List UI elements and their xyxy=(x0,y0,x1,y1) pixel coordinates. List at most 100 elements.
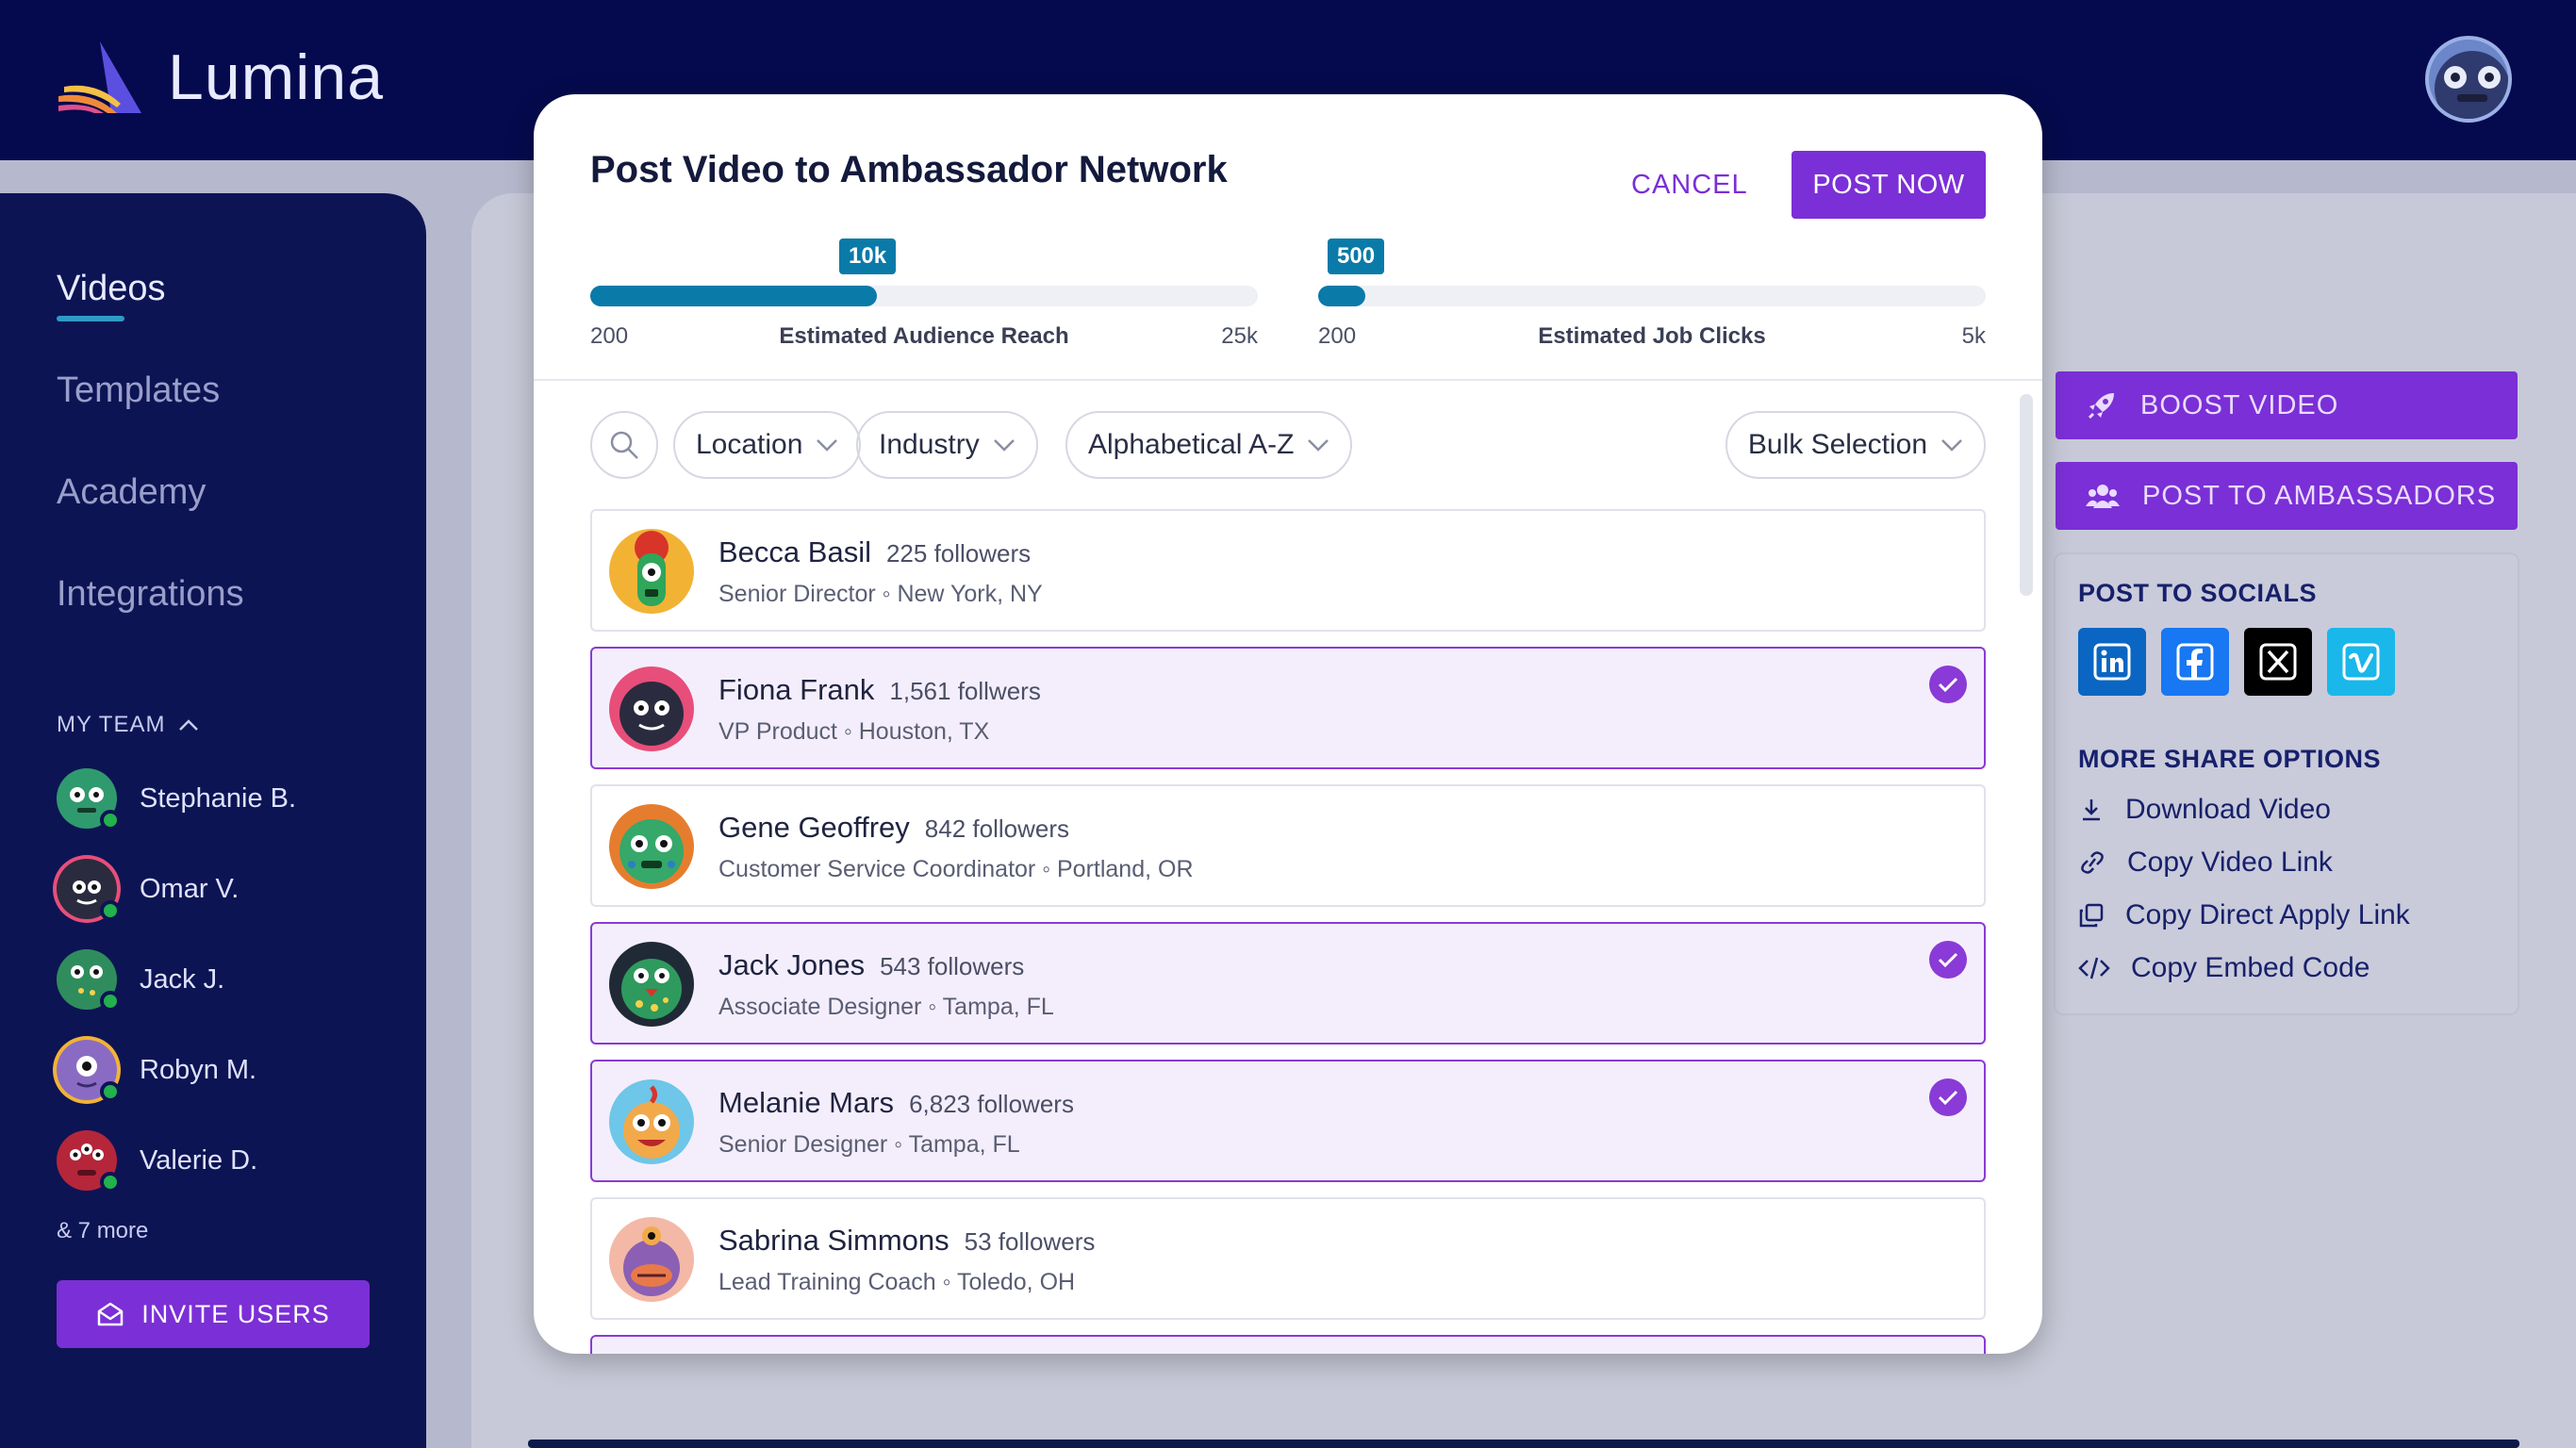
sidebar: Videos Templates Academy Integrations MY… xyxy=(0,193,426,1448)
job-clicks-max: 5k xyxy=(1961,323,1986,349)
app-logo[interactable]: Lumina xyxy=(55,38,384,117)
audience-reach-track[interactable] xyxy=(590,286,1258,306)
ambassador-row-partial[interactable] xyxy=(590,1335,1986,1354)
chevron-down-icon xyxy=(993,439,1015,452)
selected-check-icon[interactable] xyxy=(1929,666,1967,703)
avatar xyxy=(609,1079,694,1164)
online-status-dot xyxy=(100,900,121,921)
avatar xyxy=(609,942,694,1027)
team-member-name: Omar V. xyxy=(140,873,239,904)
modal-title: Post Video to Ambassador Network xyxy=(590,149,1228,190)
post-now-button[interactable]: POST NOW xyxy=(1792,151,1986,219)
ambassador-followers: 6,823 followers xyxy=(909,1090,1074,1118)
online-status-dot xyxy=(100,1081,121,1102)
x-button[interactable] xyxy=(2244,628,2312,696)
ambassador-followers: 225 followers xyxy=(885,539,1032,568)
ambassador-name-text: Jack Jones xyxy=(718,948,866,981)
copy-direct-apply-link-label: Copy Direct Apply Link xyxy=(2125,899,2410,930)
ambassador-name-text: Becca Basil xyxy=(718,535,871,568)
avatar xyxy=(57,859,121,921)
monster-avatar-icon xyxy=(623,1085,680,1159)
x-icon xyxy=(2259,643,2297,681)
ambassador-row[interactable]: Fiona Frank 1,561 follwers VP Product ◦ H… xyxy=(590,647,1986,769)
location-filter-label: Location xyxy=(696,429,803,460)
monster-avatar-icon xyxy=(2435,51,2508,119)
search-button[interactable] xyxy=(590,411,658,479)
chevron-down-icon xyxy=(1941,439,1962,452)
monster-avatar-icon xyxy=(621,959,682,1019)
boost-video-button[interactable]: BOOST VIDEO xyxy=(2056,371,2518,439)
code-icon xyxy=(2078,957,2110,979)
modal-divider xyxy=(534,379,2042,381)
audience-reach-meter: 10k 200 Estimated Audience Reach 25k xyxy=(590,239,1258,349)
job-clicks-label: Estimated Job Clicks xyxy=(1538,323,1766,349)
ambassador-row[interactable]: Becca Basil 225 followers Senior Director… xyxy=(590,509,1986,632)
more-share-options-title: MORE SHARE OPTIONS xyxy=(2078,745,2382,773)
app-name: Lumina xyxy=(168,41,385,113)
audience-reach-max: 25k xyxy=(1221,323,1258,349)
linkedin-button[interactable] xyxy=(2078,628,2146,696)
team-member[interactable]: Stephanie B. xyxy=(57,768,296,831)
selected-check-icon[interactable] xyxy=(1929,941,1967,979)
ambassador-name-text: Gene Geoffrey xyxy=(718,811,910,844)
team-member[interactable]: Robyn M. xyxy=(57,1040,256,1102)
team-more-link[interactable]: & 7 more xyxy=(57,1218,148,1244)
vimeo-button[interactable] xyxy=(2327,628,2395,696)
ambassador-subtitle: Associate Designer ◦ Tampa, FL xyxy=(718,994,1054,1020)
selected-check-icon[interactable] xyxy=(1929,1078,1967,1116)
ambassador-followers: 1,561 follwers xyxy=(889,677,1041,705)
invite-users-button[interactable]: INVITE USERS xyxy=(57,1280,370,1348)
ambassador-row[interactable]: Jack Jones 543 followers Associate Design… xyxy=(590,922,1986,1045)
nav-item-videos[interactable]: Videos xyxy=(57,269,166,309)
job-clicks-value-badge: 500 xyxy=(1328,239,1385,274)
avatar xyxy=(609,529,694,614)
bulk-selection-filter[interactable]: Bulk Selection xyxy=(1725,411,1986,479)
audience-reach-label: Estimated Audience Reach xyxy=(779,323,1069,349)
industry-filter[interactable]: Industry xyxy=(856,411,1038,479)
ambassador-row[interactable]: Sabrina Simmons 53 followers Lead Trainin… xyxy=(590,1197,1986,1320)
online-status-dot xyxy=(100,810,121,831)
job-clicks-track[interactable] xyxy=(1318,286,1986,306)
team-member[interactable]: Valerie D. xyxy=(57,1130,257,1193)
nav-item-templates[interactable]: Templates xyxy=(57,370,220,411)
search-icon xyxy=(610,431,638,459)
my-team-toggle[interactable]: MY TEAM xyxy=(57,712,199,738)
location-filter[interactable]: Location xyxy=(673,411,862,479)
nav-item-academy[interactable]: Academy xyxy=(57,472,206,513)
post-video-modal: Post Video to Ambassador Network CANCEL … xyxy=(534,94,2042,1354)
job-clicks-meter: 500 200 Estimated Job Clicks 5k xyxy=(1318,239,1986,349)
avatar xyxy=(57,949,121,1012)
copy-direct-apply-link-option[interactable]: Copy Direct Apply Link xyxy=(2078,899,2410,931)
online-status-dot xyxy=(100,991,121,1012)
copy-embed-code-option[interactable]: Copy Embed Code xyxy=(2078,952,2370,984)
ambassador-name: Jack Jones 543 followers xyxy=(718,948,1024,982)
monster-avatar-icon xyxy=(619,819,684,883)
users-icon xyxy=(2086,485,2120,508)
ambassador-subtitle: Senior Designer ◦ Tampa, FL xyxy=(718,1131,1020,1158)
monster-avatar-icon xyxy=(635,531,669,606)
my-team-title: MY TEAM xyxy=(57,712,166,737)
ambassador-row[interactable]: Melanie Mars 6,823 followers Senior Desig… xyxy=(590,1060,1986,1182)
ambassador-name: Fiona Frank 1,561 follwers xyxy=(718,673,1041,707)
avatar xyxy=(609,1217,694,1302)
download-video-option[interactable]: Download Video xyxy=(2078,794,2331,826)
post-to-ambassadors-button[interactable]: POST TO AMBASSADORS xyxy=(2056,462,2518,530)
team-member[interactable]: Jack J. xyxy=(57,949,224,1012)
ambassador-subtitle: VP Product ◦ Houston, TX xyxy=(718,718,990,745)
bulk-selection-label: Bulk Selection xyxy=(1747,429,1927,460)
team-member[interactable]: Omar V. xyxy=(57,859,239,921)
copy-video-link-option[interactable]: Copy Video Link xyxy=(2078,847,2333,879)
avatar xyxy=(609,666,694,751)
post-to-socials-title: POST TO SOCIALS xyxy=(2078,579,2318,607)
user-avatar[interactable] xyxy=(2425,36,2512,123)
audience-reach-value-badge: 10k xyxy=(839,239,897,274)
cancel-button[interactable]: CANCEL xyxy=(1631,151,1748,219)
sort-filter[interactable]: Alphabetical A-Z xyxy=(1065,411,1353,479)
ambassador-subtitle: Senior Director ◦ New York, NY xyxy=(718,581,1043,607)
nav-item-integrations[interactable]: Integrations xyxy=(57,574,244,615)
facebook-button[interactable] xyxy=(2161,628,2229,696)
ambassador-row[interactable]: Gene Geoffrey 842 followers Customer Serv… xyxy=(590,784,1986,907)
list-scrollbar[interactable] xyxy=(2020,394,2033,596)
vimeo-icon xyxy=(2342,643,2380,681)
facebook-icon xyxy=(2176,643,2214,681)
